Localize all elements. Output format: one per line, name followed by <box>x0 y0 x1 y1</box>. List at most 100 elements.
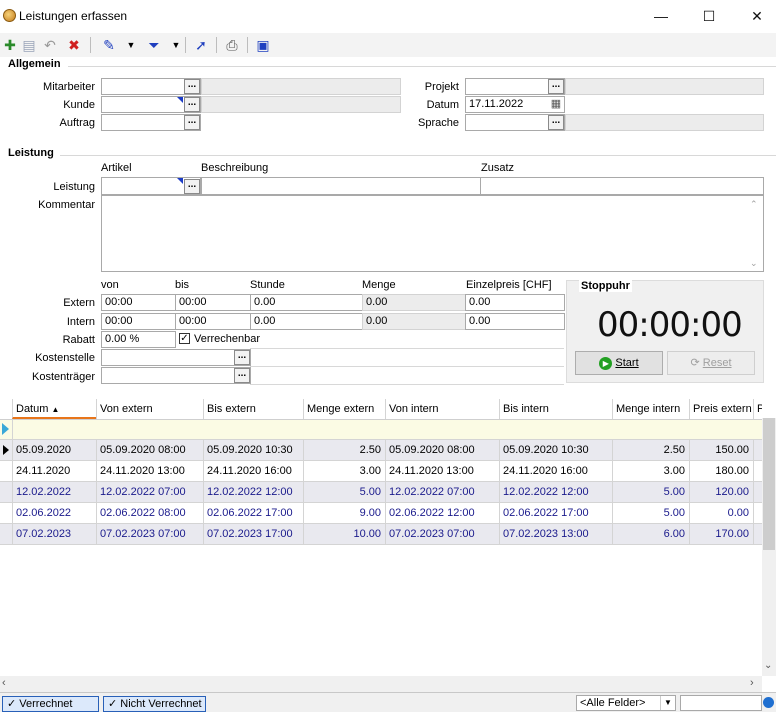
scroll-down-icon[interactable]: ⌄ <box>750 258 758 269</box>
new-icon[interactable]: ✚ <box>0 35 20 55</box>
mitarbeiter-lookup-button[interactable]: ... <box>184 79 200 94</box>
extern-stunde-field[interactable]: 0.00 <box>250 294 363 311</box>
minimize-button[interactable]: — <box>638 0 684 32</box>
table-row[interactable]: 05.09.2020 05.09.2020 08:00 05.09.2020 10:… <box>0 440 762 461</box>
column-header-partial[interactable]: P <box>753 399 762 419</box>
column-header-von-intern[interactable]: Von intern <box>385 399 499 419</box>
maximize-button[interactable]: ☐ <box>686 0 732 32</box>
table-cell[interactable]: 02.06.2022 12:00 <box>385 503 499 523</box>
filter-icon[interactable]: ⏷ <box>144 35 164 55</box>
table-cell[interactable]: 24.11.2020 <box>12 461 96 481</box>
table-cell[interactable]: 12.02.2022 07:00 <box>385 482 499 502</box>
table-cell[interactable]: 9.00 <box>303 503 385 523</box>
table-cell[interactable]: 07.02.2023 07:00 <box>385 524 499 544</box>
table-cell[interactable]: 5.00 <box>612 503 689 523</box>
column-header-menge-extern[interactable]: Menge extern <box>303 399 385 419</box>
table-cell[interactable]: 07.02.2023 <box>12 524 96 544</box>
table-cell[interactable]: 6.00 <box>612 524 689 544</box>
table-cell[interactable]: 24.11.2020 13:00 <box>96 461 203 481</box>
table-cell[interactable]: 150.00 <box>689 440 753 460</box>
nicht-verrechnet-toggle[interactable]: ✓ Nicht Verrechnet <box>103 696 206 712</box>
column-header-menge-intern[interactable]: Menge intern <box>612 399 689 419</box>
table-cell[interactable]: 24.11.2020 16:00 <box>499 461 612 481</box>
scroll-down-arrow-icon[interactable]: ⌄ <box>764 660 772 671</box>
table-cell[interactable]: 5.00 <box>612 482 689 502</box>
beschreibung-field[interactable] <box>201 177 481 195</box>
extern-von-field[interactable]: 00:00 <box>101 294 176 311</box>
grid-new-row[interactable] <box>0 420 762 440</box>
table-cell[interactable]: 3.00 <box>612 461 689 481</box>
table-cell[interactable]: 07.02.2023 13:00 <box>499 524 612 544</box>
column-header-von-extern[interactable]: Von extern <box>96 399 203 419</box>
vertical-scrollbar[interactable]: ⌄ <box>762 418 776 676</box>
scroll-left-arrow-icon[interactable]: ‹ <box>2 677 6 689</box>
scroll-right-arrow-icon[interactable]: › <box>750 677 754 689</box>
globe-icon[interactable] <box>763 697 774 708</box>
table-cell[interactable] <box>753 503 762 523</box>
table-cell[interactable]: 2.50 <box>303 440 385 460</box>
kostentraeger-field[interactable] <box>101 367 251 384</box>
verrechnet-toggle[interactable]: ✓ Verrechnet <box>2 696 99 712</box>
table-row[interactable]: 02.06.2022 02.06.2022 08:00 02.06.2022 17:… <box>0 503 762 524</box>
delete-icon[interactable]: ✖ <box>64 35 84 55</box>
column-header-bis-extern[interactable]: Bis extern <box>203 399 303 419</box>
table-row[interactable]: 07.02.2023 07.02.2023 07:00 07.02.2023 17:… <box>0 524 762 545</box>
zusatz-field[interactable] <box>480 177 764 195</box>
table-row[interactable]: 12.02.2022 12.02.2022 07:00 12.02.2022 12:… <box>0 482 762 503</box>
table-cell[interactable]: 02.06.2022 17:00 <box>203 503 303 523</box>
table-cell[interactable]: 10.00 <box>303 524 385 544</box>
reset-button[interactable]: ⟳ Reset <box>667 351 755 375</box>
intern-preis-field[interactable]: 0.00 <box>465 313 565 330</box>
close-button[interactable]: ✕ <box>734 0 776 32</box>
column-header-bis-intern[interactable]: Bis intern <box>499 399 612 419</box>
auftrag-lookup-button[interactable]: ... <box>184 115 200 130</box>
pin-dropdown-icon[interactable]: ▼ <box>121 35 141 55</box>
table-cell[interactable] <box>753 461 762 481</box>
kostenstelle-field[interactable] <box>101 349 251 366</box>
verrechenbar-checkbox[interactable]: ✓ <box>179 333 190 344</box>
save-icon[interactable]: ▤ <box>19 35 39 55</box>
chevron-down-icon[interactable]: ▼ <box>660 696 675 710</box>
scroll-up-icon[interactable]: ⌃ <box>750 199 758 210</box>
table-cell[interactable]: 02.06.2022 17:00 <box>499 503 612 523</box>
table-cell[interactable]: 05.09.2020 10:30 <box>203 440 303 460</box>
undo-icon[interactable]: ↶ <box>40 35 60 55</box>
table-cell[interactable]: 02.06.2022 08:00 <box>96 503 203 523</box>
kunde-lookup-button[interactable]: ... <box>184 97 200 112</box>
table-cell[interactable]: 0.00 <box>689 503 753 523</box>
table-row[interactable]: 24.11.2020 24.11.2020 13:00 24.11.2020 16:… <box>0 461 762 482</box>
table-cell[interactable]: 170.00 <box>689 524 753 544</box>
calculator-icon[interactable]: ▣ <box>253 35 273 55</box>
print-icon[interactable]: ⎙ <box>222 35 242 55</box>
projekt-lookup-button[interactable]: ... <box>548 79 564 94</box>
search-input[interactable] <box>680 695 762 711</box>
table-cell[interactable]: 180.00 <box>689 461 753 481</box>
sprache-lookup-button[interactable]: ... <box>548 115 564 130</box>
table-cell[interactable]: 07.02.2023 07:00 <box>96 524 203 544</box>
new-row-cells[interactable] <box>12 420 763 439</box>
filter-dropdown-icon[interactable]: ▼ <box>166 35 186 55</box>
column-header-datum[interactable]: Datum ▲ <box>12 399 96 419</box>
horizontal-scrollbar[interactable]: ‹ › <box>0 676 762 692</box>
kostentraeger-lookup-button[interactable]: ... <box>234 368 250 383</box>
kostenstelle-lookup-button[interactable]: ... <box>234 350 250 365</box>
table-cell[interactable]: 12.02.2022 <box>12 482 96 502</box>
intern-bis-field[interactable]: 00:00 <box>175 313 251 330</box>
table-cell[interactable]: 12.02.2022 12:00 <box>499 482 612 502</box>
table-cell[interactable]: 02.06.2022 <box>12 503 96 523</box>
table-cell[interactable]: 120.00 <box>689 482 753 502</box>
table-cell[interactable] <box>753 440 762 460</box>
pointer-icon[interactable]: ➚ <box>191 35 211 55</box>
table-cell[interactable]: 12.02.2022 07:00 <box>96 482 203 502</box>
table-cell[interactable]: 24.11.2020 16:00 <box>203 461 303 481</box>
rabatt-field[interactable]: 0.00 % <box>101 331 176 348</box>
table-cell[interactable]: 2.50 <box>612 440 689 460</box>
table-cell[interactable]: 12.02.2022 12:00 <box>203 482 303 502</box>
vertical-scroll-thumb[interactable] <box>763 418 775 550</box>
pin-icon[interactable]: ✎ <box>99 35 119 55</box>
table-cell[interactable]: 24.11.2020 13:00 <box>385 461 499 481</box>
calendar-icon[interactable]: ▦ <box>548 97 564 112</box>
start-button[interactable]: ▶ Start <box>575 351 663 375</box>
intern-stunde-field[interactable]: 0.00 <box>250 313 363 330</box>
table-cell[interactable]: 05.09.2020 10:30 <box>499 440 612 460</box>
